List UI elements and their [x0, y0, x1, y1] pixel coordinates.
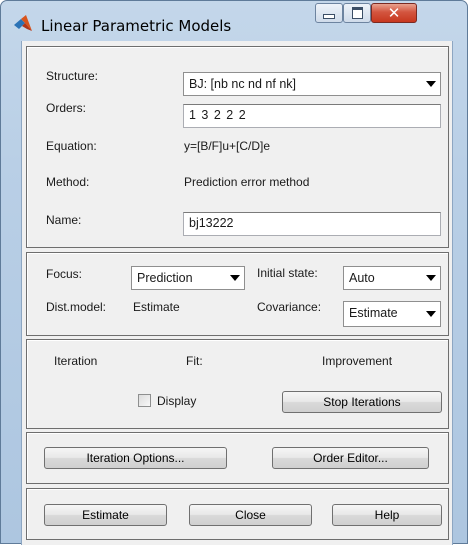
equation-label: Equation:	[46, 139, 97, 153]
focus-label: Focus:	[46, 267, 83, 281]
stop-iterations-button[interactable]: Stop Iterations	[282, 391, 442, 413]
close-window-button[interactable]: ✕	[371, 3, 417, 23]
editors-panel: Iteration Options... Order Editor...	[26, 432, 449, 484]
close-icon: ✕	[387, 4, 401, 22]
estimation-options-panel: Focus: Prediction Initial state: Auto Di…	[26, 252, 449, 336]
title-bar[interactable]: Linear Parametric Models ✕	[1, 1, 467, 41]
covariance-label: Covariance:	[257, 300, 322, 314]
help-button[interactable]: Help	[332, 504, 442, 526]
model-structure-panel: Structure: BJ: [nb nc nd nf nk] Orders: …	[26, 46, 449, 248]
improvement-label: Improvement	[322, 354, 393, 368]
structure-dropdown[interactable]: BJ: [nb nc nd nf nk]	[183, 72, 441, 96]
structure-label: Structure:	[46, 69, 99, 83]
orders-input[interactable]: 1 3 2 2 2	[183, 104, 441, 128]
dist-model-label: Dist.model:	[46, 300, 107, 314]
window-title: Linear Parametric Models	[41, 17, 232, 35]
initial-state-value: Auto	[349, 271, 375, 285]
fit-label: Fit:	[186, 354, 203, 368]
focus-value: Prediction	[137, 271, 193, 285]
covariance-dropdown[interactable]: Estimate	[343, 301, 441, 327]
iteration-label: Iteration	[54, 354, 98, 368]
iteration-panel: Iteration Fit: Improvement Display Stop …	[26, 339, 449, 429]
dialog-client-area: Structure: BJ: [nb nc nd nf nk] Orders: …	[21, 41, 453, 545]
initial-state-dropdown[interactable]: Auto	[343, 266, 441, 290]
estimate-button[interactable]: Estimate	[44, 504, 167, 526]
main-window: Linear Parametric Models ✕ Structure: BJ…	[0, 0, 468, 545]
actions-panel: Estimate Close Help	[26, 488, 449, 540]
initial-state-label: Initial state:	[257, 266, 318, 280]
method-label: Method:	[46, 175, 90, 189]
equation-value: y=[B/F]u+[C/D]e	[184, 139, 271, 153]
method-value: Prediction error method	[184, 175, 310, 189]
orders-label: Orders:	[46, 101, 87, 115]
display-label: Display	[157, 394, 197, 408]
minimize-button[interactable]	[315, 3, 343, 23]
name-label: Name:	[46, 213, 82, 227]
iteration-options-button[interactable]: Iteration Options...	[44, 447, 227, 469]
matlab-logo-icon	[14, 15, 32, 31]
dist-model-value: Estimate	[133, 300, 180, 314]
order-editor-button[interactable]: Order Editor...	[272, 447, 429, 469]
chevron-down-icon	[230, 275, 240, 281]
focus-dropdown[interactable]: Prediction	[131, 266, 245, 290]
maximize-icon	[351, 7, 363, 19]
covariance-value: Estimate	[349, 306, 398, 320]
maximize-button[interactable]	[343, 3, 371, 23]
chevron-down-icon	[426, 81, 436, 87]
structure-value: BJ: [nb nc nd nf nk]	[189, 77, 297, 91]
minimize-icon	[323, 13, 335, 19]
chevron-down-icon	[426, 311, 436, 317]
close-button[interactable]: Close	[189, 504, 312, 526]
display-checkbox[interactable]	[138, 394, 151, 407]
model-name-input[interactable]: bj13222	[183, 212, 441, 236]
chevron-down-icon	[426, 275, 436, 281]
